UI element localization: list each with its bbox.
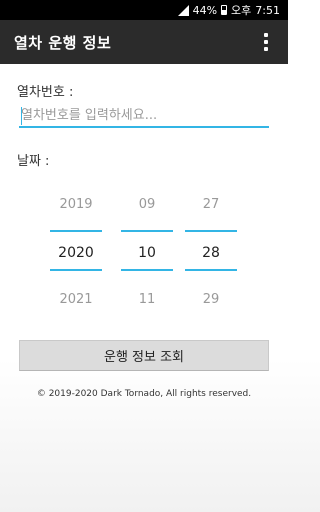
clock-time: 7:51 xyxy=(255,3,280,17)
app-title: 열차 운행 정보 xyxy=(14,33,112,52)
overflow-menu-icon[interactable] xyxy=(256,28,276,56)
battery-percent: 44% xyxy=(192,3,218,17)
month-divider-top xyxy=(121,230,173,232)
copyright-text: © 2019-2020 Dark Tornado, All rights res… xyxy=(36,389,252,399)
day-divider-top xyxy=(185,230,237,232)
day-picker[interactable]: 27 28 29 xyxy=(185,188,237,318)
day-next[interactable]: 29 xyxy=(185,292,237,307)
month-next[interactable]: 11 xyxy=(121,292,173,307)
month-selected[interactable]: 10 xyxy=(121,245,173,261)
year-divider-top xyxy=(50,230,102,232)
train-number-input[interactable] xyxy=(19,104,269,128)
year-picker[interactable]: 2019 2020 2021 xyxy=(50,188,102,318)
train-number-label: 열차번호 : xyxy=(17,85,74,100)
text-cursor xyxy=(21,107,22,125)
year-next[interactable]: 2021 xyxy=(50,292,102,307)
day-prev[interactable]: 27 xyxy=(185,197,237,212)
date-label: 날짜 : xyxy=(17,154,50,169)
year-divider-bottom xyxy=(50,269,102,271)
battery-icon xyxy=(221,5,228,15)
year-prev[interactable]: 2019 xyxy=(50,197,102,212)
month-prev[interactable]: 09 xyxy=(121,197,173,212)
day-divider-bottom xyxy=(185,269,237,271)
month-divider-bottom xyxy=(121,269,173,271)
signal-icon xyxy=(177,4,189,16)
time-period: 오후 xyxy=(231,4,252,17)
day-selected[interactable]: 28 xyxy=(185,245,237,261)
app-bar: 열차 운행 정보 xyxy=(0,20,288,64)
query-schedule-button[interactable]: 운행 정보 조회 xyxy=(19,340,269,371)
month-picker[interactable]: 09 10 11 xyxy=(121,188,173,318)
year-selected[interactable]: 2020 xyxy=(50,245,102,261)
status-bar: 44% 오후 7:51 xyxy=(0,0,288,20)
